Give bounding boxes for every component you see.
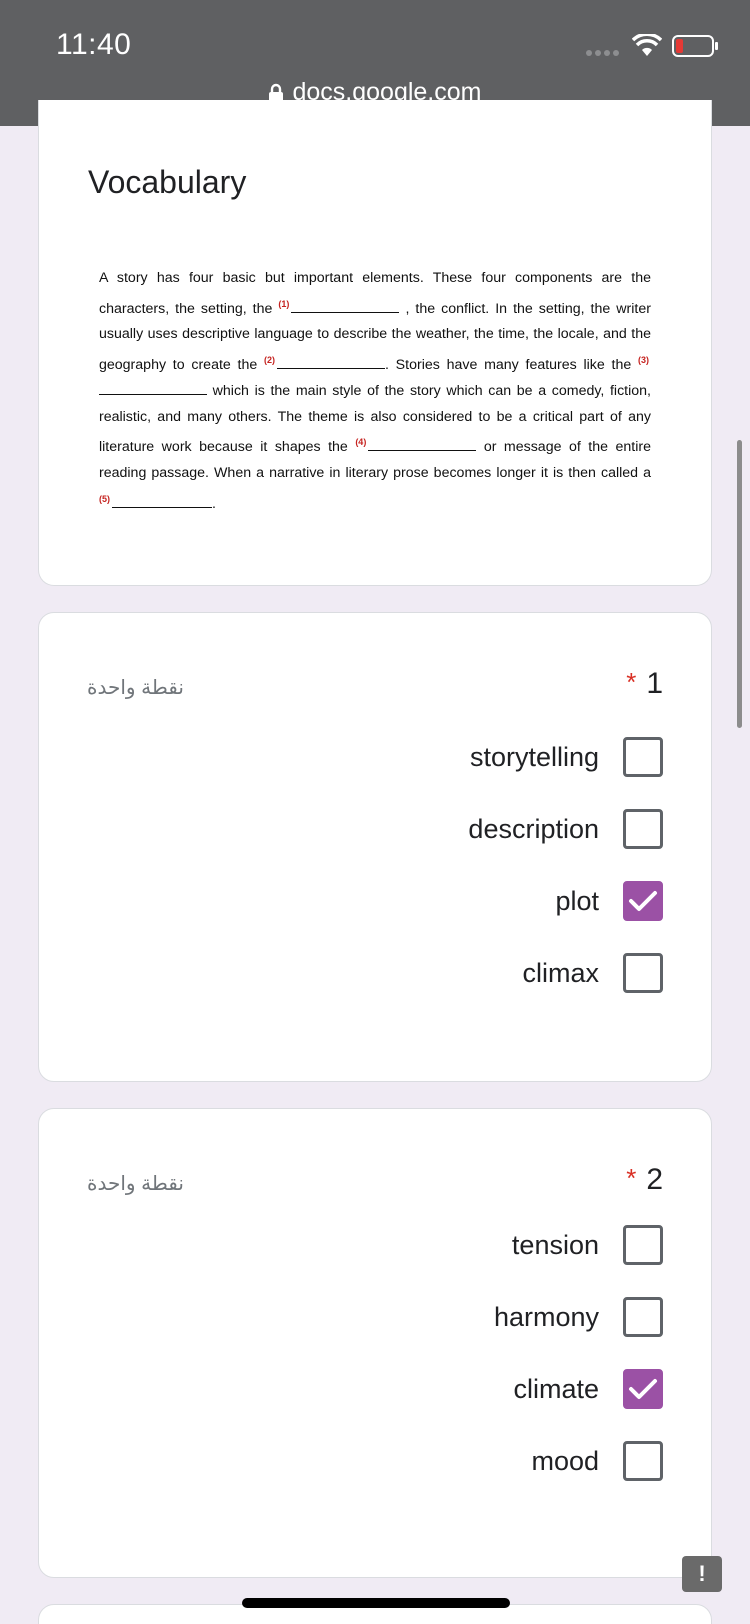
checkbox[interactable] — [623, 737, 663, 777]
option-description[interactable]: description — [468, 809, 663, 849]
question-card-1: نقطة واحدة * 1 storytelling description … — [38, 612, 712, 1082]
checkbox-checked[interactable] — [623, 1369, 663, 1409]
passage-text: . — [212, 495, 216, 512]
points-label: نقطة واحدة — [87, 1173, 184, 1195]
blank-1 — [291, 301, 400, 313]
option-label: climate — [513, 1373, 599, 1404]
checkbox[interactable] — [623, 1441, 663, 1481]
blank-marker-4: (4) — [355, 437, 367, 448]
option-harmony[interactable]: harmony — [494, 1297, 663, 1337]
question-number: * 2 — [626, 1163, 663, 1197]
blank-marker-5: (5) — [99, 493, 110, 504]
option-tension[interactable]: tension — [512, 1225, 663, 1265]
option-mood[interactable]: mood — [531, 1441, 663, 1481]
option-plot[interactable]: plot — [555, 881, 663, 921]
required-asterisk: * — [626, 667, 637, 697]
checkbox-checked[interactable] — [623, 881, 663, 921]
checkbox[interactable] — [623, 809, 663, 849]
points-label: نقطة واحدة — [87, 677, 184, 699]
scrollbar[interactable] — [737, 440, 742, 728]
blank-marker-1: (1) — [278, 298, 290, 309]
blank-marker-3: (3) — [638, 355, 649, 366]
option-label: description — [468, 813, 599, 844]
cellular-signal-icon — [586, 50, 619, 56]
wifi-icon — [632, 34, 662, 56]
option-label: tension — [511, 1229, 599, 1260]
checkmark-icon — [629, 891, 657, 911]
checkmark-icon — [629, 1379, 657, 1399]
report-feedback-button[interactable]: ! — [682, 1556, 722, 1592]
option-label: mood — [531, 1445, 599, 1476]
option-label: storytelling — [469, 741, 599, 772]
battery-low-icon — [672, 35, 718, 57]
blank-marker-2: (2) — [264, 355, 275, 366]
checkbox[interactable] — [623, 1225, 663, 1265]
option-storytelling[interactable]: storytelling — [470, 737, 663, 777]
question-number-text: 1 — [646, 667, 663, 700]
option-climax[interactable]: climax — [522, 953, 663, 993]
required-asterisk: * — [626, 1163, 637, 1193]
blank-3 — [99, 383, 207, 395]
question-number: * 1 — [626, 667, 663, 701]
vocabulary-section-card: Vocabulary A story has four basic but im… — [38, 100, 712, 586]
option-label: plot — [555, 885, 599, 916]
option-climate[interactable]: climate — [513, 1369, 663, 1409]
checkbox[interactable] — [623, 1297, 663, 1337]
home-indicator[interactable] — [242, 1598, 510, 1608]
question-number-text: 2 — [646, 1163, 663, 1196]
option-label: climax — [522, 957, 599, 988]
exclamation-icon: ! — [698, 1561, 706, 1586]
question-card-2: نقطة واحدة * 2 tension harmony climate m… — [38, 1108, 712, 1578]
section-title: Vocabulary — [88, 164, 247, 200]
vocabulary-passage: A story has four basic but important ele… — [99, 266, 651, 517]
checkbox[interactable] — [623, 953, 663, 993]
blank-2 — [277, 357, 385, 370]
option-label: harmony — [493, 1301, 599, 1332]
blank-5 — [112, 496, 212, 508]
status-time: 11:40 — [56, 28, 132, 61]
blank-4 — [368, 439, 477, 452]
passage-text: . Stories have many features like the — [385, 357, 632, 374]
